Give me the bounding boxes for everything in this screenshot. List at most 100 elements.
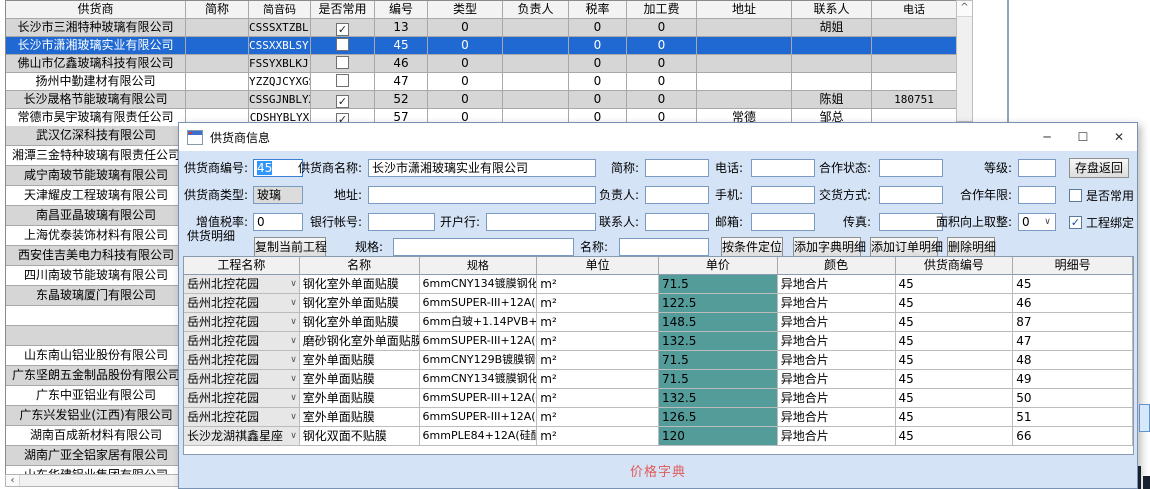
- cell-addr[interactable]: [697, 91, 792, 109]
- copy-project-button[interactable]: 复制当前工程: [254, 237, 326, 257]
- cell-supplier[interactable]: 长沙市潇湘玻璃实业有限公司: [6, 37, 186, 55]
- cell-detail-id[interactable]: 50: [1013, 389, 1133, 408]
- coop-status-field[interactable]: [879, 159, 943, 177]
- cell-name[interactable]: 室外单面贴膜: [300, 370, 420, 389]
- cell-common[interactable]: [311, 73, 375, 91]
- add-dict-detail-button[interactable]: 添加字典明细: [793, 237, 861, 257]
- cell-phone[interactable]: [872, 55, 957, 73]
- cell-addr[interactable]: [697, 73, 792, 91]
- cell-unit[interactable]: m²: [537, 332, 659, 351]
- list-item[interactable]: 天津耀皮工程玻璃有限公司: [6, 186, 186, 206]
- cell-supplier[interactable]: 长沙晟格节能玻璃有限公司: [6, 91, 186, 109]
- cell-spec[interactable]: 6mmSUPER-III+12A(硅..: [420, 389, 538, 408]
- common-checkbox[interactable]: [336, 38, 349, 51]
- cell-abbr[interactable]: [186, 73, 249, 91]
- cell-supplier-id[interactable]: 45: [896, 370, 1014, 389]
- cell-supplier-id[interactable]: 45: [896, 332, 1014, 351]
- supplier-name-field[interactable]: 长沙市潇湘玻璃实业有限公司: [368, 159, 596, 177]
- cell-supplier-id[interactable]: 45: [896, 427, 1014, 446]
- cell-name[interactable]: 钢化室外单面贴膜: [300, 294, 420, 313]
- list-item[interactable]: 四川南玻节能玻璃有限公司: [6, 266, 186, 286]
- delete-detail-button[interactable]: 删除明细: [947, 237, 995, 257]
- project-combo-cell[interactable]: 岳州北控花园: [184, 351, 300, 370]
- cell-spec[interactable]: 6mmSUPER-III+12A(硅..: [420, 408, 538, 427]
- cell-unit[interactable]: m²: [537, 294, 659, 313]
- cell-type[interactable]: 0: [428, 73, 503, 91]
- project-combo-cell[interactable]: 岳州北控花园: [184, 389, 300, 408]
- cell-supplier-id[interactable]: 45: [896, 294, 1014, 313]
- cell-spec[interactable]: 6mmCNY129B镀膜钢化: [420, 351, 538, 370]
- cell-name[interactable]: 室外单面贴膜: [300, 351, 420, 370]
- list-item[interactable]: 武汉亿深科技有限公司: [6, 126, 186, 146]
- cell-name[interactable]: 室外单面贴膜: [300, 389, 420, 408]
- cell-supplier[interactable]: 长沙市三湘特种玻璃有限公司: [6, 19, 186, 37]
- cell-detail-id[interactable]: 46: [1013, 294, 1133, 313]
- cell-code[interactable]: YZZQJCYXGS: [249, 73, 311, 91]
- cell-leader[interactable]: [503, 91, 569, 109]
- cell-supplier-id[interactable]: 45: [896, 408, 1014, 427]
- dcol-price[interactable]: 单价: [659, 257, 778, 275]
- dcol-color[interactable]: 颜色: [778, 257, 896, 275]
- cell-tax[interactable]: 0: [569, 19, 627, 37]
- addr-field[interactable]: [368, 186, 596, 204]
- cell-price[interactable]: 71.5: [659, 351, 778, 370]
- detail-row[interactable]: 岳州北控花园 室外单面贴膜 6mmSUPER-III+12A(硅.. m² 13…: [184, 389, 1133, 408]
- cell-fee[interactable]: 0: [627, 37, 697, 55]
- project-combo-cell[interactable]: 岳州北控花园: [184, 294, 300, 313]
- cell-abbr[interactable]: [186, 55, 249, 73]
- dcol-spec[interactable]: 规格: [420, 257, 538, 275]
- cell-detail-id[interactable]: 47: [1013, 332, 1133, 351]
- dcol-name[interactable]: 名称: [300, 257, 420, 275]
- cell-id[interactable]: 46: [375, 55, 428, 73]
- cell-name[interactable]: 室外单面贴膜: [300, 408, 420, 427]
- common-checkbox[interactable]: [336, 74, 349, 87]
- cell-price[interactable]: 120: [659, 427, 778, 446]
- name-filter-field[interactable]: [619, 238, 709, 256]
- round-up-dropdown[interactable]: 0 ∨: [1018, 213, 1056, 231]
- cell-id[interactable]: 13: [375, 19, 428, 37]
- cell-common[interactable]: [311, 55, 375, 73]
- project-combo-cell[interactable]: 岳州北控花园: [184, 332, 300, 351]
- cell-supplier-id[interactable]: 45: [896, 389, 1014, 408]
- cell-contact[interactable]: [792, 55, 872, 73]
- cell-price[interactable]: 71.5: [659, 275, 778, 294]
- cell-type[interactable]: 0: [428, 91, 503, 109]
- cell-tax[interactable]: 0: [569, 91, 627, 109]
- cell-supplier[interactable]: 佛山市亿鑫玻璃科技有限公司: [6, 55, 186, 73]
- detail-row[interactable]: 岳州北控花园 室外单面贴膜 6mmSUPER-III+12A(硅.. m² 12…: [184, 408, 1133, 427]
- project-combo-cell[interactable]: 岳州北控花园: [184, 275, 300, 294]
- detail-row[interactable]: 岳州北控花园 室外单面贴膜 6mmCNY129B镀膜钢化 m² 71.5 异地合…: [184, 351, 1133, 370]
- spec-filter-field[interactable]: [393, 238, 574, 256]
- cell-addr[interactable]: [697, 55, 792, 73]
- cell-tax[interactable]: 0: [569, 37, 627, 55]
- cell-price[interactable]: 122.5: [659, 294, 778, 313]
- cell-code[interactable]: CSSXXBLSY..: [249, 37, 311, 55]
- maximize-button[interactable]: ☐: [1065, 123, 1101, 151]
- cell-abbr[interactable]: [186, 91, 249, 109]
- cell-unit[interactable]: m²: [537, 408, 659, 427]
- project-combo-cell[interactable]: 岳州北控花园: [184, 370, 300, 389]
- cell-detail-id[interactable]: 87: [1013, 313, 1133, 332]
- cell-spec[interactable]: 6mmPLE84+12A(硅酮胶..: [420, 427, 538, 446]
- col-header-abbr[interactable]: 简称: [186, 1, 249, 19]
- cell-spec[interactable]: 6mmSUPER-III+12A(硅..: [420, 294, 538, 313]
- cell-detail-id[interactable]: 51: [1013, 408, 1133, 427]
- cell-contact[interactable]: 胡姐: [792, 19, 872, 37]
- dcol-unit[interactable]: 单位: [537, 257, 659, 275]
- list-item[interactable]: 上海优泰装饰材料有限公司: [6, 226, 186, 246]
- cell-color[interactable]: 异地合片: [778, 313, 896, 332]
- table-row[interactable]: 长沙市三湘特种玻璃有限公司 CSSSXTZBL.. ✓ 13 0 0 0 胡姐: [6, 19, 957, 37]
- scroll-up-icon[interactable]: ^: [957, 1, 972, 17]
- col-header-id[interactable]: 编号: [375, 1, 428, 19]
- cell-fee[interactable]: 0: [627, 19, 697, 37]
- project-combo-cell[interactable]: 岳州北控花园: [184, 408, 300, 427]
- detail-row[interactable]: 岳州北控花园 钢化室外单面贴膜 6mm白玻+1.14PVB+6mm.. m² 1…: [184, 313, 1133, 332]
- close-button[interactable]: ✕: [1101, 123, 1137, 151]
- list-item[interactable]: 山东华建铝业集团有限公司: [6, 466, 186, 474]
- dcol-supplier-id[interactable]: 供货商编号: [896, 257, 1014, 275]
- locate-by-condition-button[interactable]: 按条件定位: [721, 237, 783, 257]
- common-checkbox[interactable]: [336, 56, 349, 69]
- project-combo-cell[interactable]: 长沙龙湖祺鑫星座: [184, 427, 300, 446]
- cell-color[interactable]: 异地合片: [778, 408, 896, 427]
- save-return-button[interactable]: 存盘返回: [1069, 158, 1129, 178]
